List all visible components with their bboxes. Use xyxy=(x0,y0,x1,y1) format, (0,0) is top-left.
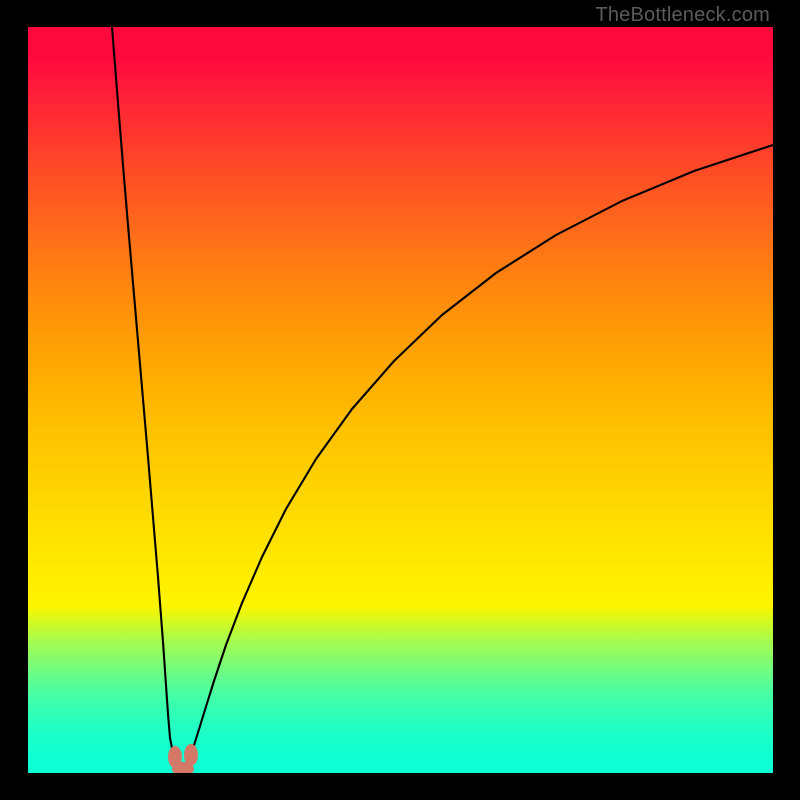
curve-left xyxy=(112,27,179,767)
curve-right xyxy=(186,145,773,767)
curve-layer xyxy=(28,27,773,773)
chart-frame: TheBottleneck.com xyxy=(0,0,800,800)
plot-area xyxy=(28,27,773,773)
markers xyxy=(168,744,198,773)
watermark-text: TheBottleneck.com xyxy=(595,4,770,27)
